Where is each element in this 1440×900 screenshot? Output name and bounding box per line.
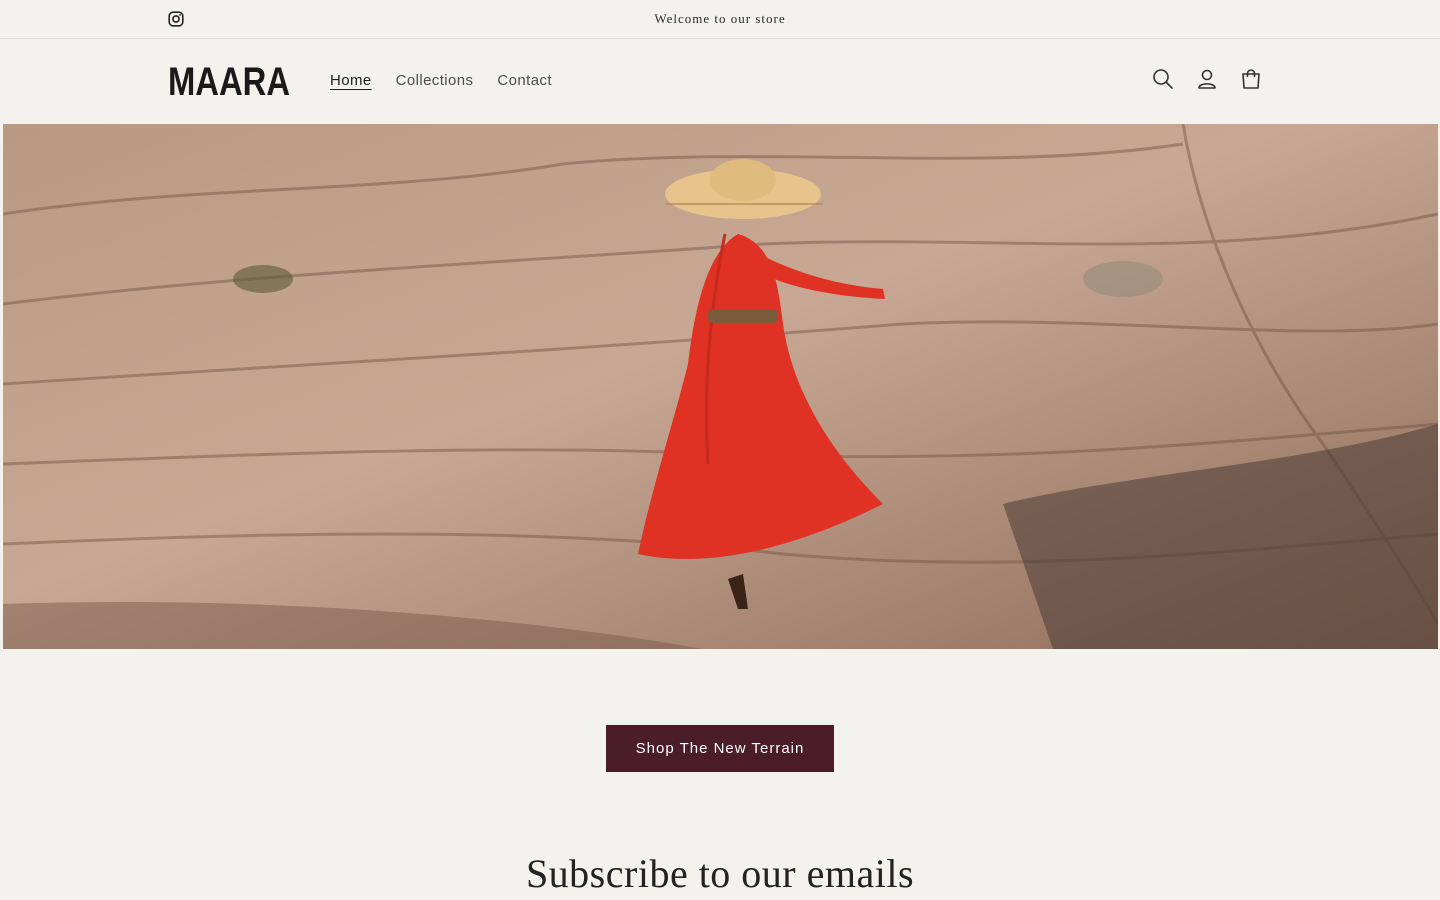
nav-home[interactable]: Home [330, 72, 372, 89]
newsletter-heading: Subscribe to our emails [525, 851, 915, 896]
site-header: MAARA Home Collections Contact [0, 39, 1440, 123]
store-logo[interactable]: MAARA [168, 63, 292, 99]
nav-contact[interactable]: Contact [497, 72, 552, 89]
header-icons [1152, 68, 1262, 90]
nav-collections[interactable]: Collections [396, 72, 474, 89]
shop-new-terrain-button[interactable]: Shop The New Terrain [606, 725, 834, 772]
main-nav: Home Collections Contact [330, 72, 552, 89]
search-icon[interactable] [1152, 68, 1174, 90]
hero-image [3, 124, 1438, 649]
svg-text:MAARA: MAARA [168, 63, 290, 99]
instagram-icon[interactable] [168, 11, 184, 27]
announcement-text: Welcome to our store [654, 11, 786, 26]
announcement-bar: Welcome to our store [0, 0, 1440, 39]
account-icon[interactable] [1196, 68, 1218, 90]
cart-icon[interactable] [1240, 68, 1262, 90]
